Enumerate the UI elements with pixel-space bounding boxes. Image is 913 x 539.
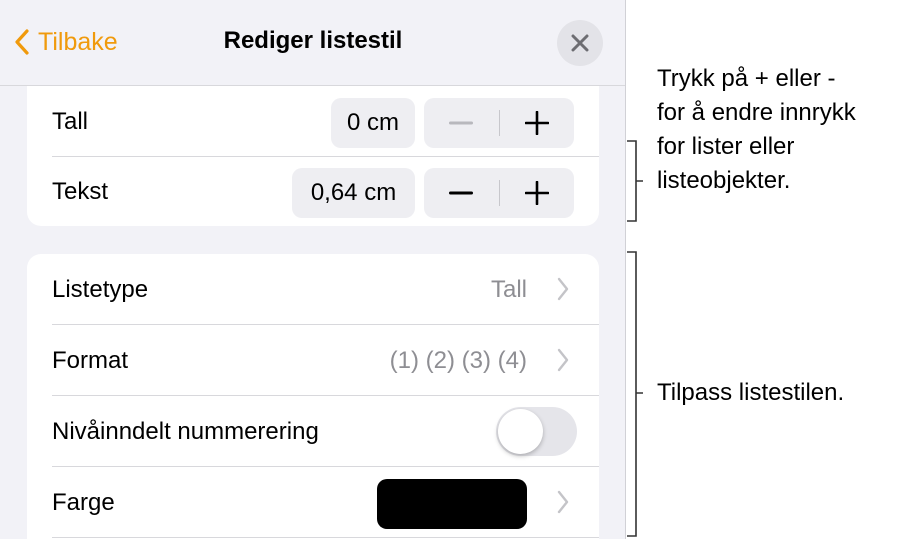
indent-group: Tall 0 cm Tekst 0,64 cm: [27, 86, 599, 226]
list-style-group: Listetype Tall Format (1) (2) (3) (4) Ni…: [27, 254, 599, 539]
color-swatch[interactable]: [377, 479, 527, 529]
format-value: (1) (2) (3) (4): [389, 347, 527, 374]
style-callout-bracket: [627, 251, 643, 537]
indent-callout-line: for lister eller: [657, 133, 795, 160]
back-button[interactable]: Tilbake: [14, 24, 118, 60]
indent-row-number: Tall 0 cm: [27, 86, 599, 157]
list-type-row[interactable]: Listetype Tall: [27, 254, 599, 325]
indent-row-text: Tekst 0,64 cm: [27, 156, 599, 226]
plus-icon: [524, 111, 549, 135]
indent-number-plus-button[interactable]: [500, 98, 575, 148]
chevron-left-icon: [15, 29, 29, 55]
indent-number-minus-button[interactable]: [424, 98, 499, 148]
format-row[interactable]: Format (1) (2) (3) (4): [27, 325, 599, 396]
tiered-numbering-row: Nivåinndelt nummerering: [27, 396, 599, 467]
chevron-right-icon: [557, 490, 569, 514]
indent-callout-bracket: [627, 140, 643, 222]
minus-icon: [449, 121, 474, 125]
indent-number-stepper: [424, 98, 574, 148]
divider: [52, 537, 599, 538]
color-label: Farge: [52, 489, 115, 516]
indent-callout-line: Trykk på + eller -: [657, 65, 836, 92]
indent-text-value: 0,64 cm: [292, 168, 415, 218]
plus-icon: [524, 181, 549, 205]
minus-icon: [449, 191, 474, 195]
tiered-numbering-label: Nivåinndelt nummerering: [52, 418, 319, 445]
navigation-bar: Tilbake Rediger listestil: [0, 0, 625, 86]
back-label: Tilbake: [38, 27, 118, 56]
indent-callout-line: listeobjekter.: [657, 167, 791, 194]
color-row[interactable]: Farge: [27, 467, 599, 538]
indent-text-minus-button[interactable]: [424, 168, 499, 218]
indent-callout-line: for å endre innrykk: [657, 99, 856, 126]
format-label: Format: [52, 347, 129, 374]
list-type-value: Tall: [490, 276, 527, 303]
chevron-right-icon: [557, 277, 569, 301]
toggle-knob: [498, 409, 543, 454]
indent-callout-text: Trykk på + eller - for å endre innrykk f…: [657, 62, 856, 198]
indent-text-label: Tekst: [52, 178, 109, 205]
tiered-numbering-toggle[interactable]: [496, 407, 577, 456]
indent-number-value: 0 cm: [331, 98, 415, 148]
close-button[interactable]: [557, 20, 603, 66]
style-callout-text: Tilpass listestilen.: [657, 379, 845, 406]
edit-list-style-panel: Tilbake Rediger listestil Tall 0 cm Teks…: [0, 0, 626, 539]
indent-text-stepper: [424, 168, 574, 218]
indent-text-plus-button[interactable]: [500, 168, 575, 218]
list-type-label: Listetype: [52, 276, 149, 303]
close-icon: [571, 34, 589, 52]
chevron-right-icon: [557, 348, 569, 372]
indent-number-label: Tall: [52, 108, 89, 135]
